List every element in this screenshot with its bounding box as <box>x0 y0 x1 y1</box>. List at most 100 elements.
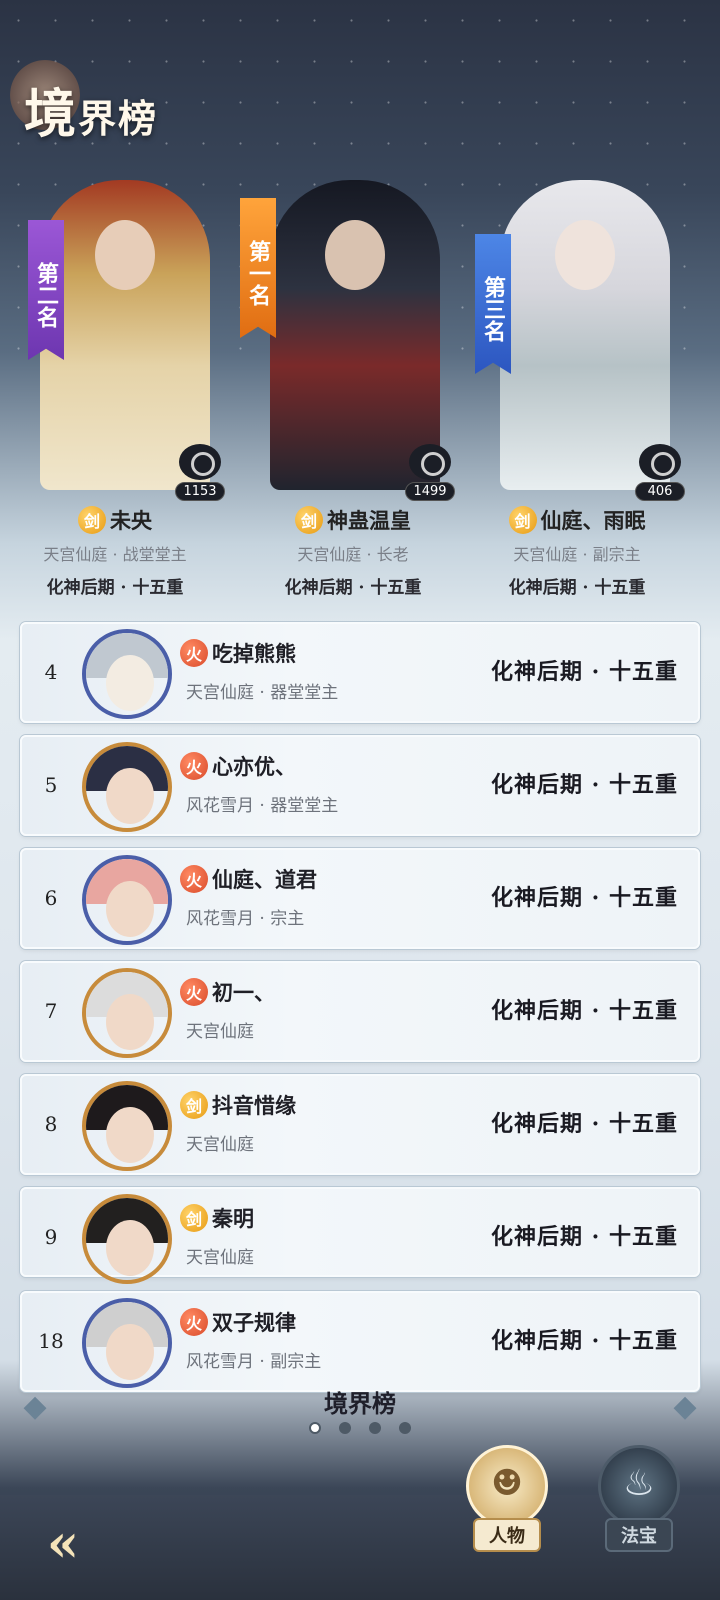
person-glyph: ☻ <box>490 1463 524 1504</box>
player-sect: 天宫仙庭 <box>186 1135 254 1155</box>
bottom-bar: « ☻ 人物 ♨ 法宝 <box>0 1445 720 1600</box>
player-sect: 天宫仙庭 <box>186 1022 254 1042</box>
player-name-row: 火 吃掉熊熊 <box>180 638 296 668</box>
avatar[interactable] <box>82 1298 172 1388</box>
player-realm: 化神后期 · 十五重 <box>491 659 678 685</box>
character-head <box>555 220 615 290</box>
player-realm: 化神后期 · 十五重 <box>491 1224 678 1250</box>
title-main-char: 境 <box>24 84 79 145</box>
rank-number: 18 <box>38 1329 64 1353</box>
gourd-glyph: ♨ <box>622 1463 656 1504</box>
rank-number: 4 <box>44 660 58 684</box>
player-name: 吃掉熊熊 <box>212 641 296 666</box>
player-name-row: 火 心亦优、 <box>180 751 296 781</box>
player-name-row: 剑 秦明 <box>180 1203 254 1233</box>
title-rest: 界榜 <box>78 96 159 141</box>
rank-row[interactable]: 6 火 仙庭、道君 风花雪月 · 宗主 化神后期 · 十五重 <box>20 848 700 949</box>
fire-element-icon: 火 <box>180 639 208 667</box>
avatar[interactable] <box>82 1081 172 1171</box>
player-name: 秦明 <box>212 1206 254 1231</box>
rank-list[interactable]: 4 火 吃掉熊熊 天宫仙庭 · 器堂堂主 化神后期 · 十五重 5 火 心亦优、… <box>20 622 700 1404</box>
player-realm: 化神后期 · 十五重 <box>491 772 678 798</box>
player-sect: 风花雪月 · 副宗主 <box>186 1352 322 1372</box>
player-name: 神蛊温皇 <box>327 508 411 533</box>
page-dot[interactable] <box>339 1422 351 1434</box>
player-name-row: 剑 抖音惜缘 <box>180 1090 296 1120</box>
like-count: 1153 <box>175 482 225 501</box>
character-head <box>95 220 155 290</box>
rank-number: 9 <box>44 1225 58 1249</box>
tab-person-label: 人物 <box>473 1518 541 1552</box>
podium-rank-1[interactable]: 第一名 1499 <box>240 150 460 501</box>
player-name-row: 剑 仙庭、雨眠 <box>462 505 692 535</box>
rank-number: 8 <box>44 1112 58 1136</box>
player-realm: 化神后期 · 十五重 <box>491 998 678 1024</box>
podium-rank-3[interactable]: 第三名 406 <box>470 150 690 501</box>
rank-row[interactable]: 7 火 初一、 天宫仙庭 化神后期 · 十五重 <box>20 961 700 1062</box>
player-realm: 化神后期 · 十五重 <box>491 885 678 911</box>
rank-row[interactable]: 8 剑 抖音惜缘 天宫仙庭 化神后期 · 十五重 <box>20 1074 700 1175</box>
player-name: 仙庭、雨眠 <box>540 508 646 533</box>
leaderboard-pager: ◆ 境界榜 ◆ <box>0 1378 720 1438</box>
player-sect: 天宫仙庭 · 器堂堂主 <box>186 683 339 703</box>
rank-row[interactable]: 9 剑 秦明 天宫仙庭 化神后期 · 十五重 <box>20 1187 700 1284</box>
podium-rank-2[interactable]: 第二名 1153 <box>10 150 230 501</box>
like-button[interactable]: 1153 <box>174 444 226 501</box>
sword-element-icon: 剑 <box>508 506 537 534</box>
tab-treasure-label: 法宝 <box>605 1518 673 1552</box>
rank-row[interactable]: 4 火 吃掉熊熊 天宫仙庭 · 器堂堂主 化神后期 · 十五重 <box>20 622 700 723</box>
podium-info-rank-2: 剑 未央 天宫仙庭 · 战堂堂主 化神后期 · 十五重 <box>0 505 230 598</box>
page-indicator <box>0 1422 720 1434</box>
sword-element-icon: 剑 <box>180 1091 208 1119</box>
rank-banner-3: 第三名 <box>475 234 511 374</box>
my-rank-row[interactable]: 18 火 双子规律 风花雪月 · 副宗主 化神后期 · 十五重 <box>20 1291 700 1392</box>
tab-person[interactable]: ☻ 人物 <box>462 1445 552 1552</box>
page-dot[interactable] <box>399 1422 411 1434</box>
sword-element-icon: 剑 <box>180 1204 208 1232</box>
player-realm: 化神后期 · 十五重 <box>46 578 184 598</box>
next-page-arrow-icon[interactable]: ◆ <box>670 1390 700 1424</box>
player-name-row: 火 初一、 <box>180 977 275 1007</box>
rank-banner-1: 第一名 <box>240 198 276 338</box>
like-button[interactable]: 406 <box>634 444 686 501</box>
fire-element-icon: 火 <box>180 1308 208 1336</box>
rank-row[interactable]: 5 火 心亦优、 风花雪月 · 器堂堂主 化神后期 · 十五重 <box>20 735 700 836</box>
fire-element-icon: 火 <box>180 752 208 780</box>
fire-element-icon: 火 <box>180 978 208 1006</box>
like-count: 1499 <box>405 482 455 501</box>
tab-treasure[interactable]: ♨ 法宝 <box>594 1445 684 1552</box>
player-sect: 天宫仙庭 · 副宗主 <box>513 545 641 564</box>
like-button[interactable]: 1499 <box>404 444 456 501</box>
rank-number: 7 <box>44 999 58 1023</box>
player-name: 抖音惜缘 <box>212 1093 296 1118</box>
page-dot[interactable] <box>369 1422 381 1434</box>
rank-banner-2: 第二名 <box>28 220 64 360</box>
rank-number: 5 <box>44 773 58 797</box>
player-name: 心亦优、 <box>212 754 296 779</box>
avatar[interactable] <box>82 1194 172 1284</box>
player-sect: 天宫仙庭 <box>186 1248 254 1268</box>
back-arrow-icon[interactable]: « <box>32 1513 94 1575</box>
player-realm: 化神后期 · 十五重 <box>508 578 646 598</box>
player-name-row: 剑 未央 <box>0 505 230 535</box>
podium-info-rank-1: 剑 神蛊温皇 天宫仙庭 · 长老 化神后期 · 十五重 <box>238 505 468 598</box>
sword-element-icon: 剑 <box>295 506 323 534</box>
player-name: 未央 <box>110 508 152 533</box>
page-dot[interactable] <box>309 1422 321 1434</box>
avatar[interactable] <box>82 742 172 832</box>
avatar[interactable] <box>82 855 172 945</box>
player-realm: 化神后期 · 十五重 <box>284 578 422 598</box>
player-name: 双子规律 <box>212 1310 296 1335</box>
like-count: 406 <box>635 482 685 501</box>
avatar[interactable] <box>82 968 172 1058</box>
player-name: 初一、 <box>212 980 275 1005</box>
fire-element-icon: 火 <box>180 865 208 893</box>
player-realm: 化神后期 · 十五重 <box>491 1328 678 1354</box>
page-title: 境界榜 <box>24 72 158 147</box>
leaderboard-name: 境界榜 <box>324 1389 396 1418</box>
sword-element-icon: 剑 <box>78 506 106 534</box>
like-bubble-icon <box>179 444 221 480</box>
avatar[interactable] <box>82 629 172 719</box>
player-sect: 天宫仙庭 · 长老 <box>297 545 409 564</box>
player-name-row: 火 双子规律 <box>180 1307 296 1337</box>
